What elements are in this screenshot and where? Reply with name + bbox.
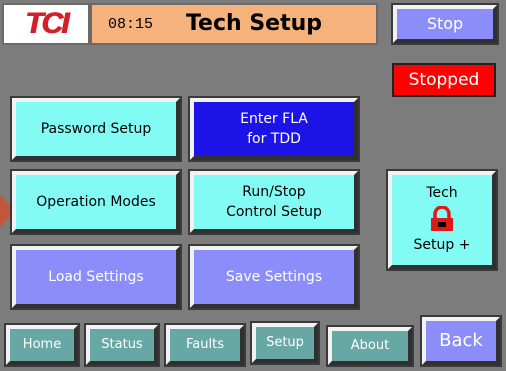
stop-button[interactable]: Stop <box>391 3 499 45</box>
enter-fla-label-line1: Enter FLA <box>240 111 308 127</box>
run-stop-label-line2: Control Setup <box>226 204 322 220</box>
enter-fla-label-line2: for TDD <box>247 131 301 147</box>
password-setup-label: Password Setup <box>40 121 152 137</box>
save-settings-button[interactable]: Save Settings <box>188 244 360 310</box>
tci-logo: TCI <box>2 3 90 45</box>
nav-status-label: Status <box>101 337 143 352</box>
operation-modes-button[interactable]: Operation Modes <box>10 169 182 235</box>
run-stop-label-line1: Run/Stop <box>242 184 306 200</box>
nav-faults-label: Faults <box>186 337 224 352</box>
status-indicator: Stopped <box>392 63 496 97</box>
tech-setup-plus-button[interactable]: Tech Setup + <box>386 169 498 271</box>
nav-faults-button[interactable]: Faults <box>164 323 246 367</box>
nav-home-label: Home <box>22 337 62 352</box>
page-title: Tech Setup <box>185 11 323 36</box>
run-stop-control-setup-button[interactable]: Run/Stop Control Setup <box>188 169 360 235</box>
title-bar: 08:15 Tech Setup <box>90 3 378 45</box>
load-settings-button[interactable]: Load Settings <box>10 244 182 310</box>
back-button[interactable]: Back <box>420 315 502 367</box>
tech-setup-plus-label-line2: Setup + <box>413 237 471 253</box>
stop-button-label: Stop <box>426 14 464 33</box>
operation-modes-label: Operation Modes <box>36 194 156 210</box>
nav-setup-button[interactable]: Setup <box>250 321 320 365</box>
save-settings-label: Save Settings <box>225 269 323 285</box>
padlock-icon <box>431 206 453 231</box>
nav-about-button[interactable]: About <box>326 325 414 367</box>
nav-home-button[interactable]: Home <box>4 323 80 367</box>
password-setup-button[interactable]: Password Setup <box>10 96 182 162</box>
load-settings-label: Load Settings <box>48 269 144 285</box>
logo-text: TCI <box>24 7 69 40</box>
nav-setup-label: Setup <box>266 335 304 350</box>
nav-about-label: About <box>350 338 390 353</box>
tech-setup-plus-label-line1: Tech <box>426 185 458 201</box>
nav-status-button[interactable]: Status <box>84 323 160 367</box>
status-label: Stopped <box>408 70 480 90</box>
back-button-label: Back <box>439 330 483 351</box>
enter-fla-button[interactable]: Enter FLA for TDD <box>188 96 360 162</box>
